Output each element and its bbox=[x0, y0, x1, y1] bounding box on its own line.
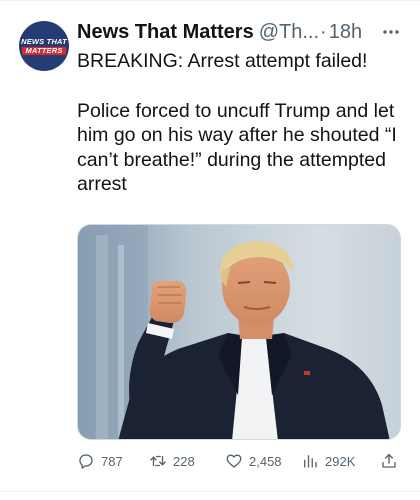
reply-count: 787 bbox=[101, 453, 123, 469]
views-count: 292K bbox=[325, 453, 356, 469]
tweet-actions: 787 228 2,458 292K bbox=[77, 449, 407, 473]
reply-button[interactable]: 787 bbox=[77, 449, 123, 473]
tweet-timestamp[interactable]: 18h bbox=[329, 18, 362, 46]
avatar-text-line2: MATTERS bbox=[22, 46, 66, 55]
tweet-text: BREAKING: Arrest attempt failed! Police … bbox=[77, 49, 407, 197]
retweet-button[interactable]: 228 bbox=[149, 449, 195, 473]
views-button[interactable]: 292K bbox=[301, 449, 355, 473]
author-name[interactable]: News That Matters bbox=[77, 18, 254, 46]
header-separator: · bbox=[320, 21, 327, 43]
avatar-text-line1: NEWS THAT bbox=[21, 36, 67, 46]
tweet-header: News That Matters @Th... · 18h bbox=[77, 18, 407, 46]
share-icon bbox=[382, 453, 396, 468]
photo-image bbox=[78, 225, 400, 439]
tweet-photo[interactable] bbox=[77, 224, 401, 440]
bottom-divider bbox=[0, 491, 420, 492]
reply-icon bbox=[79, 454, 93, 469]
tweet-headline: BREAKING: Arrest attempt failed! bbox=[77, 50, 368, 72]
tweet-body: Police forced to uncuff Trump and let hi… bbox=[77, 99, 397, 196]
retweet-count: 228 bbox=[173, 453, 195, 469]
like-button[interactable]: 2,458 bbox=[225, 449, 282, 473]
retweet-icon bbox=[150, 455, 166, 467]
share-button[interactable] bbox=[380, 449, 398, 473]
views-icon bbox=[304, 455, 317, 468]
heart-icon bbox=[226, 454, 242, 468]
like-count: 2,458 bbox=[249, 453, 282, 469]
more-options-button[interactable] bbox=[377, 18, 405, 46]
author-handle[interactable]: @Th... bbox=[259, 18, 319, 46]
tweet[interactable]: NEWS THAT MATTERS News That Matters @Th.… bbox=[0, 0, 420, 500]
more-icon bbox=[383, 30, 399, 34]
avatar[interactable]: NEWS THAT MATTERS bbox=[19, 21, 69, 71]
